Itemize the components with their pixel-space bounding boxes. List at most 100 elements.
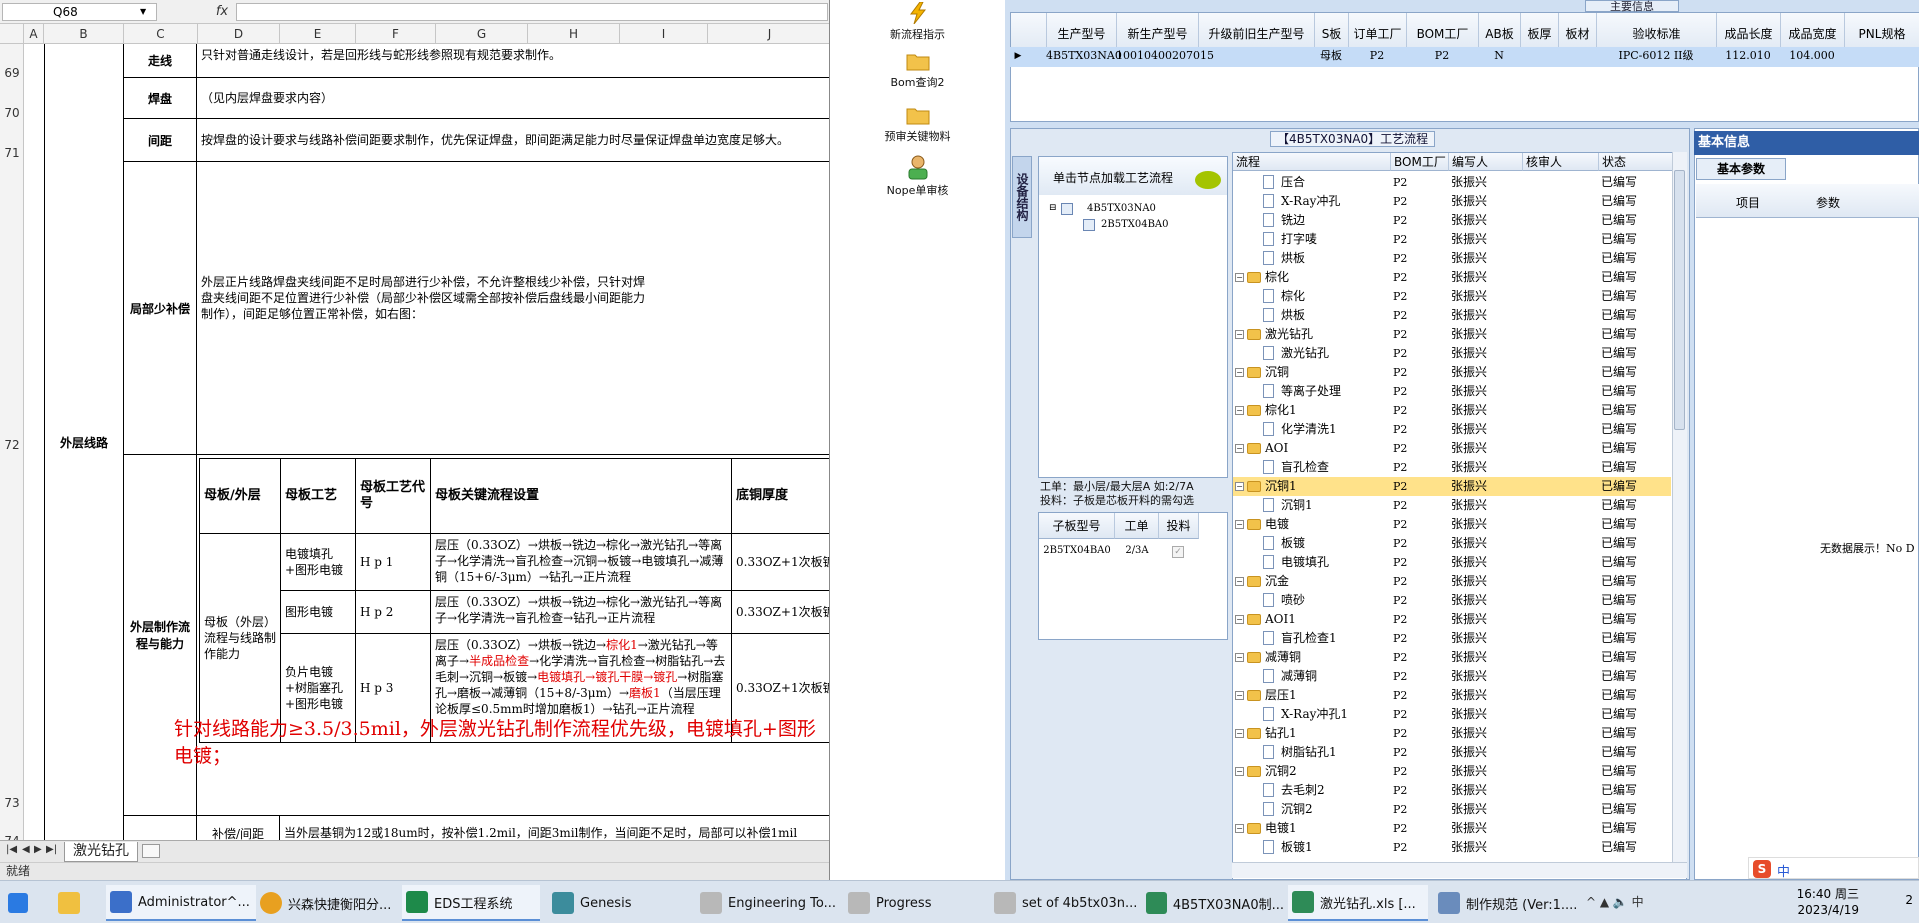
toolbar-nope-review[interactable]: Nope单审核 [830,154,1005,198]
flow-row[interactable]: 板镀1 P2 张振兴 已编写 [1233,838,1671,857]
toolbar-bom-query[interactable]: Bom查询2 [830,50,1005,90]
grid-cell[interactable]: 母板 [1314,47,1348,65]
flow-hscrollbar[interactable] [1232,862,1687,878]
column-header[interactable]: F [356,24,436,44]
sub-grid-header[interactable]: 投料 [1159,513,1199,539]
flow-row[interactable]: − 激光钻孔 P2 张振兴 已编写 [1233,325,1671,344]
first-sheet-icon[interactable]: |◀ [6,844,17,855]
formula-input[interactable] [236,3,828,21]
row-header[interactable]: 70 [0,106,24,120]
flow-row[interactable]: 盲孔检查1 P2 张振兴 已编写 [1233,629,1671,648]
flow-scroll-thumb[interactable] [1674,170,1685,430]
flow-row[interactable]: − 沉铜1 P2 张振兴 已编写 [1233,477,1671,496]
tree-node-child[interactable]: 2B5TX04BA0 [1101,219,1169,230]
flow-row[interactable]: 化学清洗1 P2 张振兴 已编写 [1233,420,1671,439]
taskbar-item[interactable]: Progress [844,885,982,921]
flow-row[interactable]: 打字唛 P2 张振兴 已编写 [1233,230,1671,249]
flow-row[interactable]: − 钻孔1 P2 张振兴 已编写 [1233,724,1671,743]
taskbar-item[interactable]: 制作规范 (Ver:1.... [1434,885,1580,921]
tree-node-root[interactable]: 4B5TX03NA0 [1087,203,1156,214]
chat-bubble-icon[interactable] [1195,171,1221,189]
start-button[interactable] [8,885,34,921]
grid-cell[interactable] [1844,47,1919,65]
prev-sheet-icon[interactable]: ◀ [22,844,30,855]
expand-icon[interactable]: − [1235,615,1244,624]
column-header[interactable]: A [24,24,44,44]
row-header[interactable]: 71 [0,146,24,160]
flow-row[interactable]: − 电镀 P2 张振兴 已编写 [1233,515,1671,534]
grid-cell[interactable]: N [1478,47,1520,65]
grid-row-selected[interactable]: ▶ 4B5TX03NA0 10010400207015 母板 P2 P2 N I… [1010,47,1919,67]
toolbar-prereview[interactable]: 预审关键物料 [830,104,1005,144]
flow-row[interactable]: 压合 P2 张振兴 已编写 [1233,173,1671,192]
flow-row[interactable]: 烘板 P2 张振兴 已编写 [1233,249,1671,268]
sogou-icon[interactable]: S [1753,860,1771,878]
name-box[interactable]: Q68 [2,3,157,21]
grid-cell[interactable] [1520,47,1558,65]
ime-toolbar[interactable]: S 中 [1748,857,1919,880]
explorer-pin[interactable] [58,885,86,921]
sub-grid-header[interactable]: 工单 [1115,513,1159,539]
flow-row[interactable]: 喷砂 P2 张振兴 已编写 [1233,591,1671,610]
flow-row[interactable]: − AOI1 P2 张振兴 已编写 [1233,610,1671,629]
sub-grid-header[interactable]: 子板型号 [1039,513,1115,539]
flow-row[interactable]: 减薄铜 P2 张振兴 已编写 [1233,667,1671,686]
flow-row[interactable]: − 电镀1 P2 张振兴 已编写 [1233,819,1671,838]
expand-icon[interactable]: − [1235,444,1244,453]
fx-icon[interactable]: fx [210,3,234,21]
flow-row[interactable]: X-Ray冲孔 P2 张振兴 已编写 [1233,192,1671,211]
flow-header[interactable]: BOM工厂 [1391,153,1449,171]
expand-icon[interactable]: − [1235,767,1244,776]
grid-cell[interactable]: 10010400207015 [1116,47,1214,65]
flow-row[interactable]: 沉铜1 P2 张振兴 已编写 [1233,496,1671,515]
expand-icon[interactable]: − [1235,482,1244,491]
taskbar-item[interactable]: set of 4b5tx03n... [990,885,1140,921]
flow-header[interactable]: 流程 [1233,153,1391,171]
flow-row[interactable]: 去毛刺2 P2 张振兴 已编写 [1233,781,1671,800]
column-header[interactable]: J [708,24,829,44]
flow-row[interactable]: 等离子处理 P2 张振兴 已编写 [1233,382,1671,401]
grid-cell[interactable]: P2 [1348,47,1406,65]
expand-icon[interactable]: − [1235,653,1244,662]
flow-row[interactable]: − AOI P2 张振兴 已编写 [1233,439,1671,458]
taskbar-item[interactable]: 兴森快捷衡阳分... [256,885,406,921]
ime-mode[interactable]: 中 [1777,861,1790,880]
select-all-corner[interactable] [0,24,24,44]
flow-row[interactable]: 板镀 P2 张振兴 已编写 [1233,534,1671,553]
flow-row[interactable]: − 减薄铜 P2 张振兴 已编写 [1233,648,1671,667]
grid-cell[interactable]: IPC-6012 II级 [1596,47,1716,65]
tray-icons[interactable]: ^ ▲ 🔈 中 [1586,893,1644,910]
clock[interactable]: 16:40 周三 2023/4/19 [1797,886,1859,918]
expand-icon[interactable]: − [1235,368,1244,377]
grid-cell[interactable]: 112.010 [1716,47,1780,65]
last-sheet-icon[interactable]: ▶| [46,844,57,855]
basic-header[interactable]: 项目 [1736,194,1760,211]
feed-checkbox[interactable]: ✓ [1172,546,1184,558]
expand-icon[interactable]: − [1235,691,1244,700]
column-header[interactable]: I [620,24,708,44]
expand-icon[interactable]: − [1235,273,1244,282]
flow-header[interactable]: 核审人 [1523,153,1599,171]
tree-collapse-icon[interactable]: ⊟ [1049,203,1057,213]
device-structure-tab[interactable]: 设备结构 [1012,156,1032,238]
flow-row[interactable]: − 层压1 P2 张振兴 已编写 [1233,686,1671,705]
column-header[interactable]: B [44,24,124,44]
taskbar-item[interactable]: Engineering To... [696,885,838,921]
flow-row[interactable]: − 棕化1 P2 张振兴 已编写 [1233,401,1671,420]
grid-cell[interactable]: 104.000 [1780,47,1844,65]
row-header[interactable]: 72 [0,438,24,452]
flow-row[interactable]: 树脂钻孔1 P2 张振兴 已编写 [1233,743,1671,762]
tab-basic-params[interactable]: 基本参数 [1696,158,1786,180]
flow-header[interactable]: 编写人 [1449,153,1523,171]
expand-icon[interactable]: − [1235,520,1244,529]
taskbar-item[interactable]: 激光钻孔.xls [... [1288,885,1428,921]
taskbar-item[interactable]: EDS工程系统 [402,885,540,921]
flow-row[interactable]: 盲孔检查 P2 张振兴 已编写 [1233,458,1671,477]
flow-row[interactable]: 棕化 P2 张振兴 已编写 [1233,287,1671,306]
name-box-dropdown-icon[interactable]: ▼ [140,7,146,16]
expand-icon[interactable]: − [1235,824,1244,833]
column-header[interactable]: H [528,24,620,44]
flow-row[interactable]: 电镀填孔 P2 张振兴 已编写 [1233,553,1671,572]
column-header[interactable]: D [198,24,280,44]
taskbar-item[interactable]: Administrator^... [106,885,256,921]
